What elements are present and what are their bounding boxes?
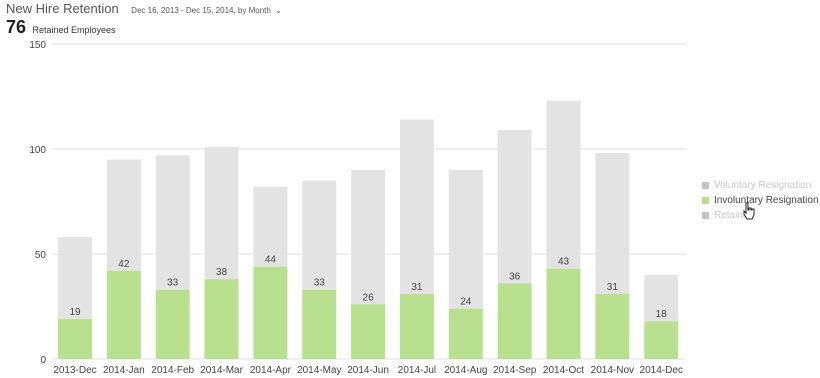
bar-involuntary[interactable] xyxy=(253,266,288,359)
x-tick-label: 2014-Jun xyxy=(347,365,389,376)
legend-swatch xyxy=(702,182,709,189)
x-tick-label: 2014-Nov xyxy=(591,365,634,376)
data-label: 33 xyxy=(167,278,179,289)
data-label: 38 xyxy=(216,267,228,278)
legend-item[interactable]: Retained xyxy=(702,208,819,223)
data-label: 33 xyxy=(314,278,326,289)
bar-involuntary[interactable] xyxy=(302,289,337,359)
bar-involuntary[interactable] xyxy=(497,283,532,359)
bar-involuntary[interactable] xyxy=(546,268,581,359)
bar-voluntary[interactable] xyxy=(106,159,141,271)
bar-involuntary[interactable] xyxy=(204,279,239,359)
bar-voluntary[interactable] xyxy=(399,119,434,294)
x-tick-label: 2014-Apr xyxy=(250,365,292,376)
bar-voluntary[interactable] xyxy=(546,100,581,269)
bar-involuntary[interactable] xyxy=(448,308,483,359)
x-tick-label: 2014-Oct xyxy=(543,365,584,376)
x-tick-label: 2014-May xyxy=(297,365,341,376)
bar-voluntary[interactable] xyxy=(595,153,630,294)
bar-voluntary[interactable] xyxy=(204,146,239,280)
bar-voluntary[interactable] xyxy=(351,170,386,305)
bar-voluntary[interactable] xyxy=(302,180,337,290)
legend-swatch xyxy=(702,197,709,204)
bar-involuntary[interactable] xyxy=(155,289,190,359)
legend-item[interactable]: Involuntary Resignation xyxy=(702,193,819,208)
y-tick-label: 0 xyxy=(40,355,46,366)
legend-label: Involuntary Resignation xyxy=(714,195,819,206)
x-tick-label: 2014-Aug xyxy=(444,365,487,376)
x-tick-label: 2014-Jul xyxy=(398,365,436,376)
data-label: 44 xyxy=(265,255,277,266)
x-tick-label: 2014-Sep xyxy=(493,365,537,376)
bar-involuntary[interactable] xyxy=(351,304,386,359)
data-label: 24 xyxy=(460,297,472,308)
bar-involuntary[interactable] xyxy=(58,319,92,359)
x-tick-label: 2013-Dec xyxy=(53,365,96,376)
data-label: 43 xyxy=(558,257,570,268)
bar-voluntary[interactable] xyxy=(448,170,483,309)
bar-involuntary[interactable] xyxy=(106,270,141,359)
x-tick-label: 2014-Jan xyxy=(103,365,145,376)
y-tick-label: 150 xyxy=(29,40,46,51)
data-label: 42 xyxy=(118,259,130,270)
data-label: 26 xyxy=(363,292,375,303)
bar-involuntary[interactable] xyxy=(644,321,679,359)
x-tick-label: 2014-Dec xyxy=(640,365,683,376)
bar-involuntary[interactable] xyxy=(595,293,630,359)
bar-involuntary[interactable] xyxy=(399,293,434,359)
y-tick-label: 50 xyxy=(35,250,47,261)
legend-swatch xyxy=(702,212,709,219)
retention-bar-chart: 150 100 50 0 19 2013-Dec 42 2014-Jan 33 2014-Feb 3… xyxy=(29,40,686,376)
legend-label: Voluntary Resignation xyxy=(714,180,812,191)
legend-item[interactable]: Voluntary Resignation xyxy=(702,178,819,193)
y-tick-label: 100 xyxy=(29,145,46,156)
x-tick-label: 2014-Mar xyxy=(200,365,243,376)
x-tick-label: 2014-Feb xyxy=(151,365,194,376)
hand-cursor-icon xyxy=(743,202,755,220)
data-label: 31 xyxy=(607,282,619,293)
bar-voluntary[interactable] xyxy=(497,130,532,284)
chart-legend: Voluntary Resignation Involuntary Resigna… xyxy=(702,178,819,223)
data-label: 31 xyxy=(411,282,423,293)
data-label: 19 xyxy=(69,307,81,318)
bar-voluntary[interactable] xyxy=(155,155,190,290)
data-label: 36 xyxy=(509,271,521,282)
data-label: 18 xyxy=(656,309,668,320)
